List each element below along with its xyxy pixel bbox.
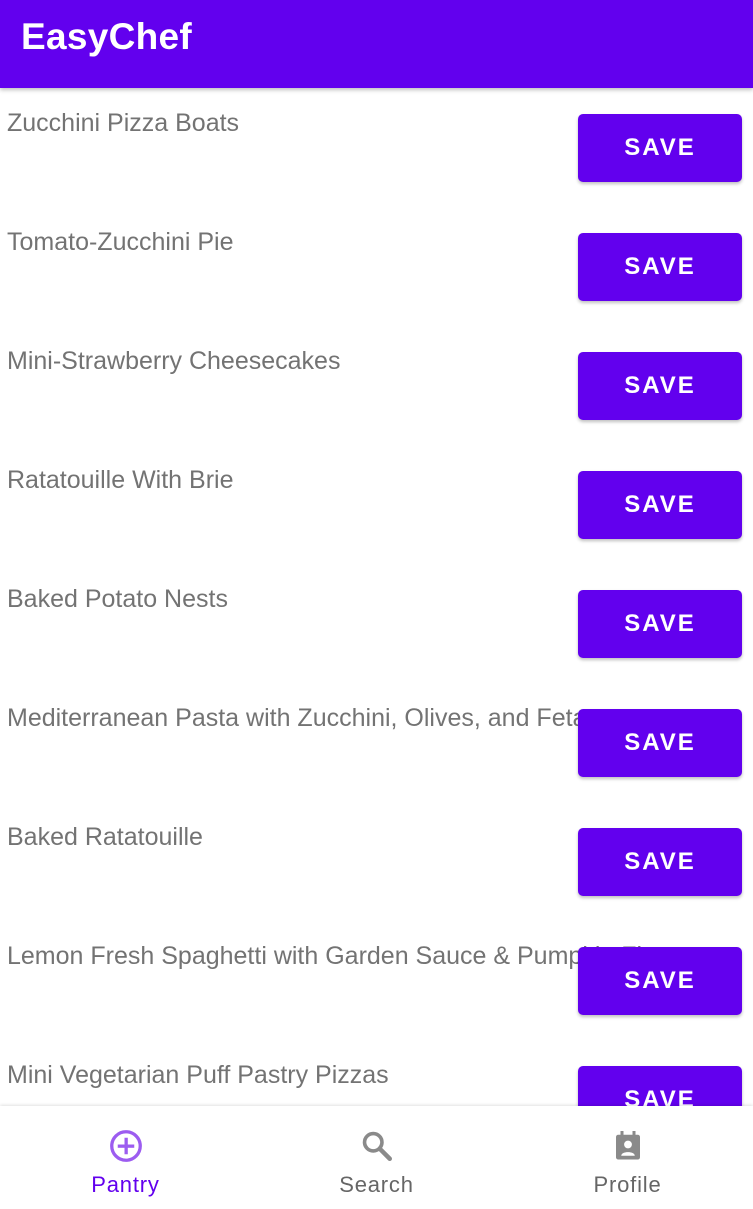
list-item: Mediterranean Pasta with Zucchini, Olive… (0, 683, 753, 802)
list-item: Baked Potato Nests SAVE (0, 564, 753, 683)
save-button[interactable]: SAVE (578, 828, 742, 896)
recipe-name: Tomato-Zucchini Pie (7, 228, 234, 256)
list-item: Ratatouille With Brie SAVE (0, 445, 753, 564)
nav-label-profile: Profile (593, 1172, 662, 1197)
recipe-name: Zucchini Pizza Boats (7, 109, 240, 137)
list-item: Mini Vegetarian Puff Pastry Pizzas SAVE (0, 1040, 753, 1106)
recipe-name: Baked Ratatouille (7, 823, 203, 851)
list-item: Zucchini Pizza Boats SAVE (0, 88, 753, 207)
nav-item-search[interactable]: Search (251, 1106, 502, 1209)
list-item: Mini-Strawberry Cheesecakes SAVE (0, 326, 753, 445)
recipe-name: Mediterranean Pasta with Zucchini, Olive… (7, 704, 587, 732)
save-button[interactable]: SAVE (578, 590, 742, 658)
recipe-name: Mini-Strawberry Cheesecakes (7, 347, 341, 375)
app-title: EasyChef (21, 16, 193, 57)
nav-item-profile[interactable]: Profile (502, 1106, 753, 1209)
list-item: Lemon Fresh Spaghetti with Garden Sauce … (0, 921, 753, 1040)
save-button[interactable]: SAVE (578, 233, 742, 301)
recipe-name: Ratatouille With Brie (7, 466, 234, 494)
save-button[interactable]: SAVE (578, 1066, 742, 1106)
save-button[interactable]: SAVE (578, 709, 742, 777)
recipe-list[interactable]: Zucchini Pizza Boats SAVE Tomato-Zucchin… (0, 88, 753, 1106)
list-item: Tomato-Zucchini Pie SAVE (0, 207, 753, 326)
contact-calendar-icon (615, 1131, 640, 1160)
recipe-name: Baked Potato Nests (7, 585, 228, 613)
add-circle-icon (109, 1130, 142, 1162)
save-button[interactable]: SAVE (578, 947, 742, 1015)
nav-label-pantry: Pantry (91, 1172, 160, 1197)
save-button[interactable]: SAVE (578, 114, 742, 182)
bottom-navigation: Pantry Search Profile (0, 1106, 753, 1209)
nav-label-search: Search (339, 1172, 414, 1197)
list-item: Baked Ratatouille SAVE (0, 802, 753, 921)
app-screen: EasyChef Zucchini Pizza Boats SAVE Tomat… (0, 0, 753, 1209)
save-button[interactable]: SAVE (578, 352, 742, 420)
search-icon (362, 1131, 392, 1161)
save-button[interactable]: SAVE (578, 471, 742, 539)
recipe-name: Mini Vegetarian Puff Pastry Pizzas (7, 1061, 389, 1089)
nav-item-pantry[interactable]: Pantry (0, 1106, 251, 1209)
app-bar: EasyChef (0, 0, 753, 88)
